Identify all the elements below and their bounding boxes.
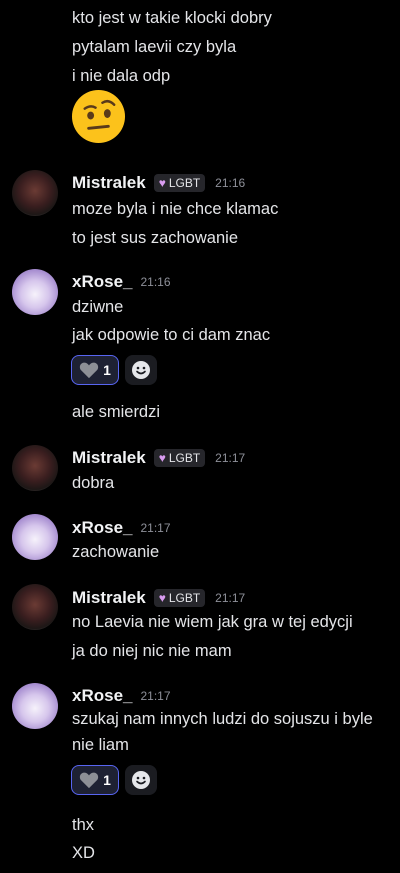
timestamp: 21:17 (215, 451, 246, 465)
smile-icon (132, 361, 150, 379)
message-header: Mistralek ♥ LGBT 21:17 (72, 587, 245, 609)
message-header: xRose_ 21:16 (72, 271, 171, 293)
add-reaction-button[interactable] (125, 765, 157, 795)
timestamp: 21:16 (140, 275, 171, 289)
message-text: nie liam (72, 736, 129, 754)
timestamp: 21:16 (215, 176, 246, 190)
username[interactable]: Mistralek (72, 173, 146, 193)
message-text: zachowanie (72, 543, 160, 561)
heart-reaction[interactable]: 1 (71, 765, 119, 795)
timestamp: 21:17 (215, 591, 246, 605)
avatar[interactable] (12, 170, 58, 216)
add-reaction-button[interactable] (125, 355, 157, 385)
message-header: Mistralek ♥ LGBT 21:16 (72, 172, 245, 194)
role-tag[interactable]: ♥ LGBT (153, 449, 206, 467)
username[interactable]: Mistralek (72, 448, 146, 468)
heart-icon: ♥ (158, 591, 166, 605)
avatar[interactable] (12, 445, 58, 491)
message-text: XD (72, 844, 95, 862)
smile-icon (132, 771, 150, 789)
message-header: xRose_ 21:17 (72, 517, 171, 539)
message-text: moze byla i nie chce klamac (72, 200, 279, 218)
heart-reaction[interactable]: 1 (71, 355, 119, 385)
role-tag[interactable]: ♥ LGBT (153, 589, 206, 607)
message-text: dziwne (72, 298, 124, 316)
username[interactable]: xRose_ (72, 518, 132, 538)
chat-area: kto jest w takie klocki dobry pytalam la… (0, 0, 400, 873)
avatar[interactable] (12, 269, 58, 315)
avatar[interactable] (12, 514, 58, 560)
avatar[interactable] (12, 584, 58, 630)
avatar[interactable] (12, 683, 58, 729)
message-text: dobra (72, 474, 115, 492)
timestamp: 21:17 (140, 521, 171, 535)
reaction-count: 1 (103, 772, 111, 788)
message-header: xRose_ 21:17 (72, 685, 171, 707)
username[interactable]: xRose_ (72, 272, 132, 292)
reaction-count: 1 (103, 362, 111, 378)
message-text: kto jest w takie klocki dobry (72, 9, 272, 27)
message-text: to jest sus zachowanie (72, 229, 239, 247)
message-text: thx (72, 816, 95, 834)
message-text: jak odpowie to ci dam znac (72, 326, 271, 344)
message-text: no Laevia nie wiem jak gra w tej edycji (72, 613, 353, 631)
message-header: Mistralek ♥ LGBT 21:17 (72, 447, 245, 469)
raised-eyebrow-emoji[interactable] (71, 89, 126, 144)
heart-icon: ♥ (158, 451, 166, 465)
message-text: pytalam laevii czy byla (72, 38, 237, 56)
message-text: ale smierdzi (72, 403, 161, 421)
username[interactable]: Mistralek (72, 588, 146, 608)
heart-icon: ♥ (158, 176, 166, 190)
heart-icon (79, 772, 99, 789)
timestamp: 21:17 (140, 689, 171, 703)
message-text: i nie dala odp (72, 67, 171, 85)
message-text: ja do niej nic nie mam (72, 642, 232, 660)
message-text: szukaj nam innych ludzi do sojuszu i byl… (72, 710, 373, 728)
role-tag[interactable]: ♥ LGBT (153, 174, 206, 192)
heart-icon (79, 362, 99, 379)
username[interactable]: xRose_ (72, 686, 132, 706)
